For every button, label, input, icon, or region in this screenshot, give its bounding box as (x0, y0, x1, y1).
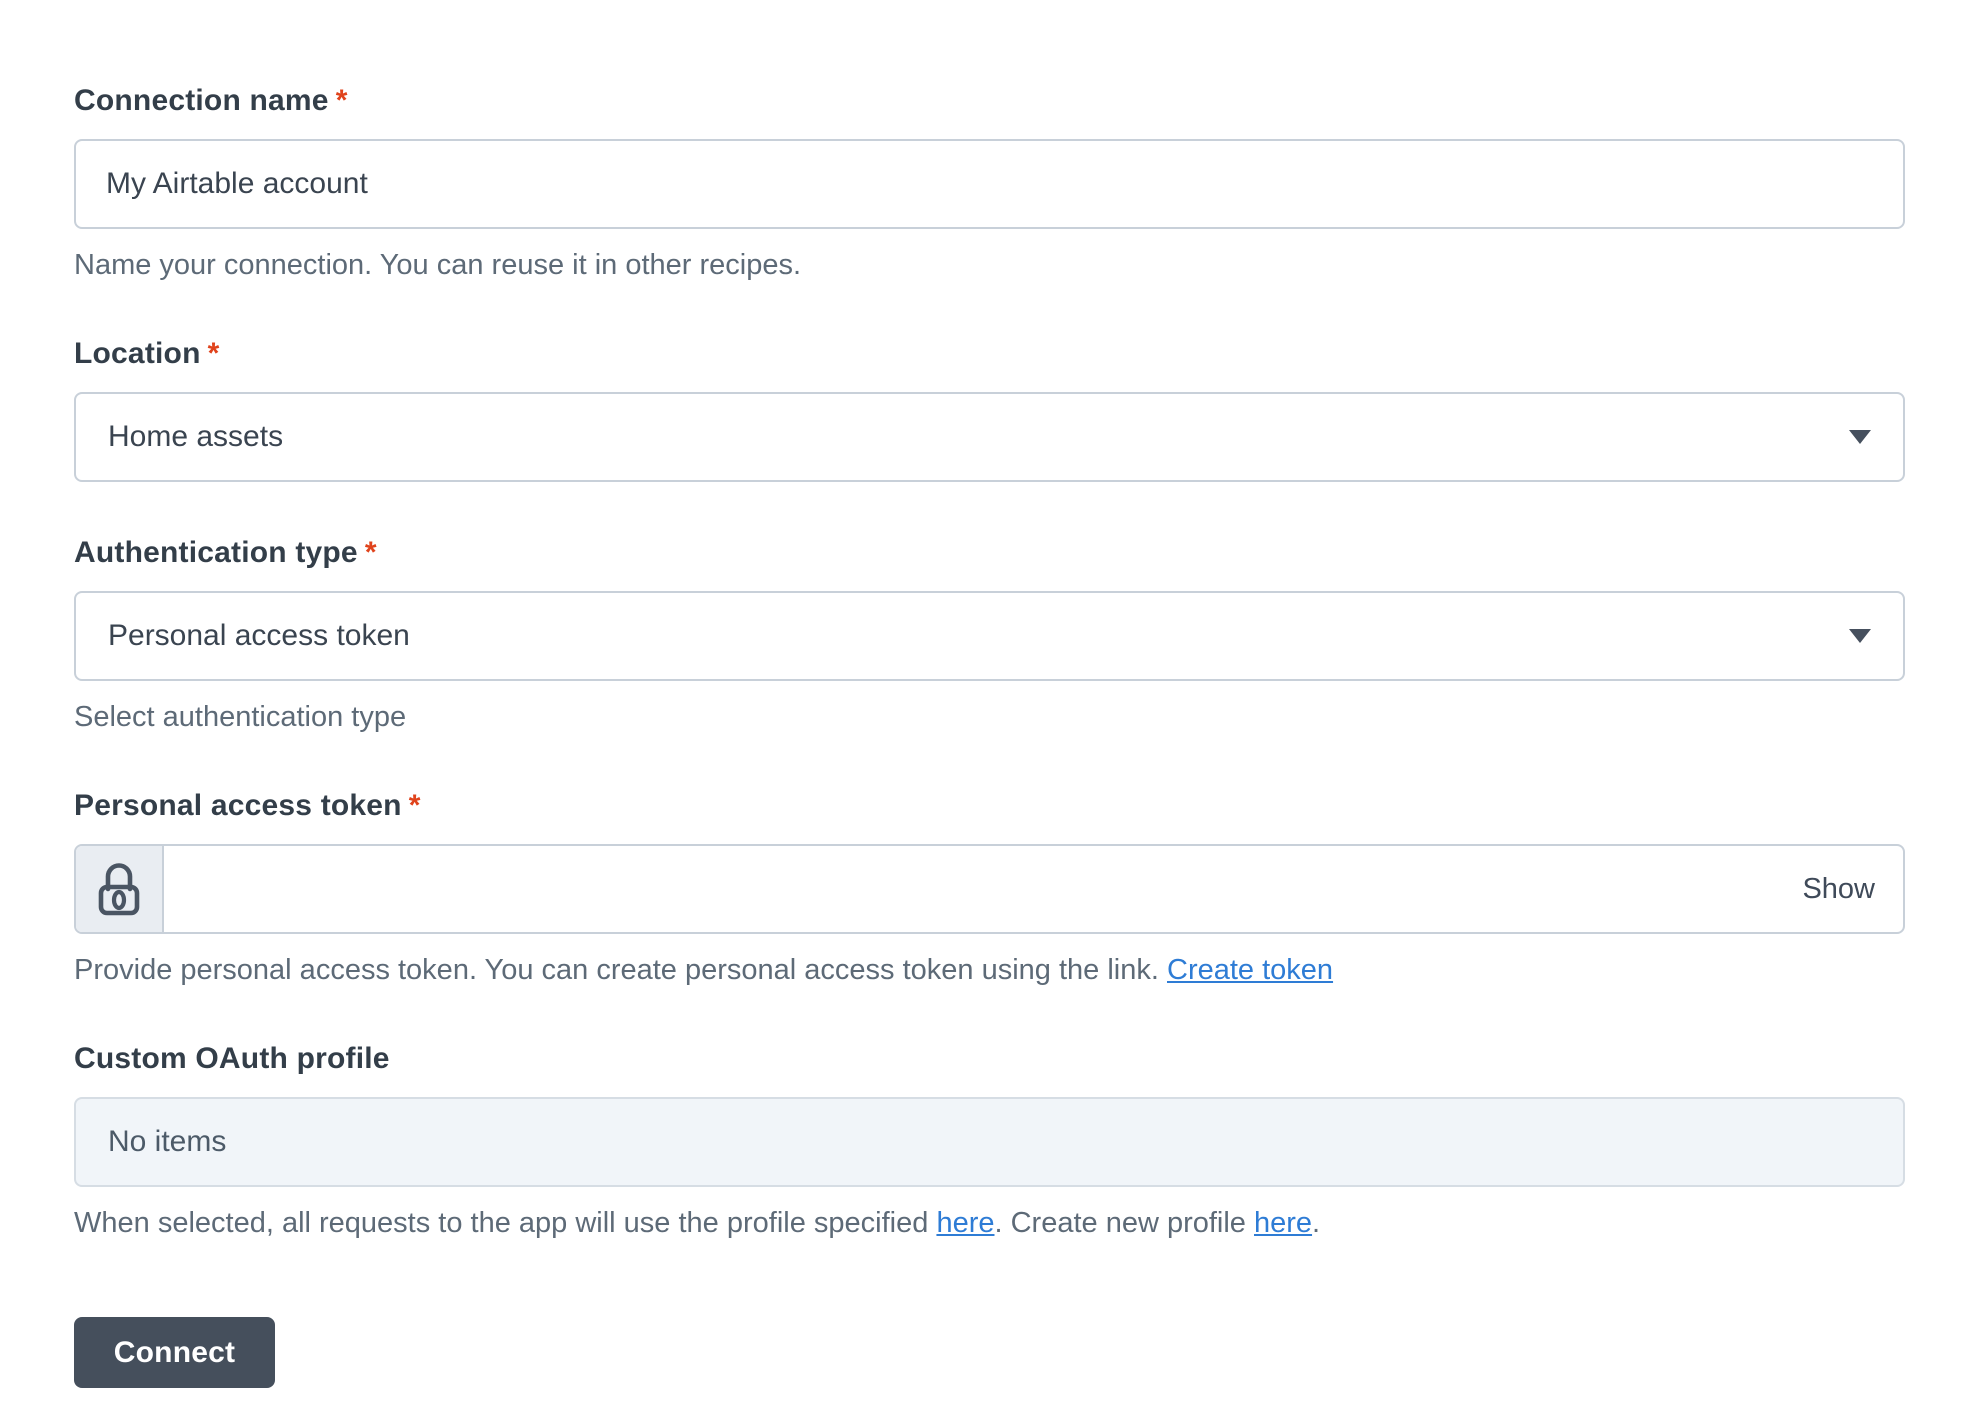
personal-access-token-input[interactable] (164, 846, 1802, 932)
custom-oauth-profile-select[interactable]: No items (74, 1097, 1905, 1187)
required-asterisk: * (336, 84, 348, 117)
personal-access-token-label: Personal access token* (74, 787, 1905, 824)
authentication-type-label-text: Authentication type (74, 536, 358, 569)
authentication-type-label: Authentication type* (74, 534, 1905, 571)
authentication-type-helper: Select authentication type (74, 699, 1905, 735)
custom-oauth-profile-label: Custom OAuth profile (74, 1040, 1905, 1077)
location-label-text: Location (74, 337, 201, 370)
personal-access-token-section: Personal access token* Show Provide pers… (74, 787, 1905, 988)
required-asterisk: * (365, 536, 377, 569)
authentication-type-select-value: Personal access token (108, 619, 410, 653)
authentication-type-select[interactable]: Personal access token (74, 591, 1905, 681)
personal-access-token-helper: Provide personal access token. You can c… (74, 952, 1905, 988)
personal-access-token-label-text: Personal access token (74, 789, 402, 822)
connect-button[interactable]: Connect (74, 1317, 275, 1388)
lock-icon-cell (76, 846, 164, 932)
connection-name-helper: Name your connection. You can reuse it i… (74, 247, 1905, 283)
location-select-value: Home assets (108, 420, 283, 454)
connection-name-section: Connection name* Name your connection. Y… (74, 82, 1905, 283)
custom-oauth-profile-helper: When selected, all requests to the app w… (74, 1205, 1905, 1241)
personal-access-token-helper-text: Provide personal access token. You can c… (74, 954, 1167, 986)
connection-name-input[interactable] (74, 139, 1905, 229)
location-section: Location* Home assets (74, 335, 1905, 482)
connection-name-label: Connection name* (74, 82, 1905, 119)
custom-oauth-helper-part1: When selected, all requests to the app w… (74, 1207, 936, 1239)
create-new-profile-here-link[interactable]: here (1254, 1207, 1312, 1239)
create-token-link[interactable]: Create token (1167, 954, 1333, 986)
location-label: Location* (74, 335, 1905, 372)
custom-oauth-helper-part2: . Create new profile (994, 1207, 1254, 1239)
required-asterisk: * (409, 789, 421, 822)
location-select[interactable]: Home assets (74, 392, 1905, 482)
profile-specified-here-link[interactable]: here (936, 1207, 994, 1239)
show-password-button[interactable]: Show (1802, 873, 1903, 906)
connection-form: Connection name* Name your connection. Y… (0, 0, 1905, 1388)
custom-oauth-profile-value: No items (108, 1125, 226, 1159)
chevron-down-icon (1849, 430, 1871, 444)
required-asterisk: * (208, 337, 220, 370)
connection-name-label-text: Connection name (74, 84, 329, 117)
authentication-type-section: Authentication type* Personal access tok… (74, 534, 1905, 735)
personal-access-token-field: Show (74, 844, 1905, 934)
lock-icon (95, 860, 143, 918)
custom-oauth-profile-section: Custom OAuth profile No items When selec… (74, 1040, 1905, 1241)
chevron-down-icon (1849, 629, 1871, 643)
custom-oauth-helper-part3: . (1312, 1207, 1320, 1239)
